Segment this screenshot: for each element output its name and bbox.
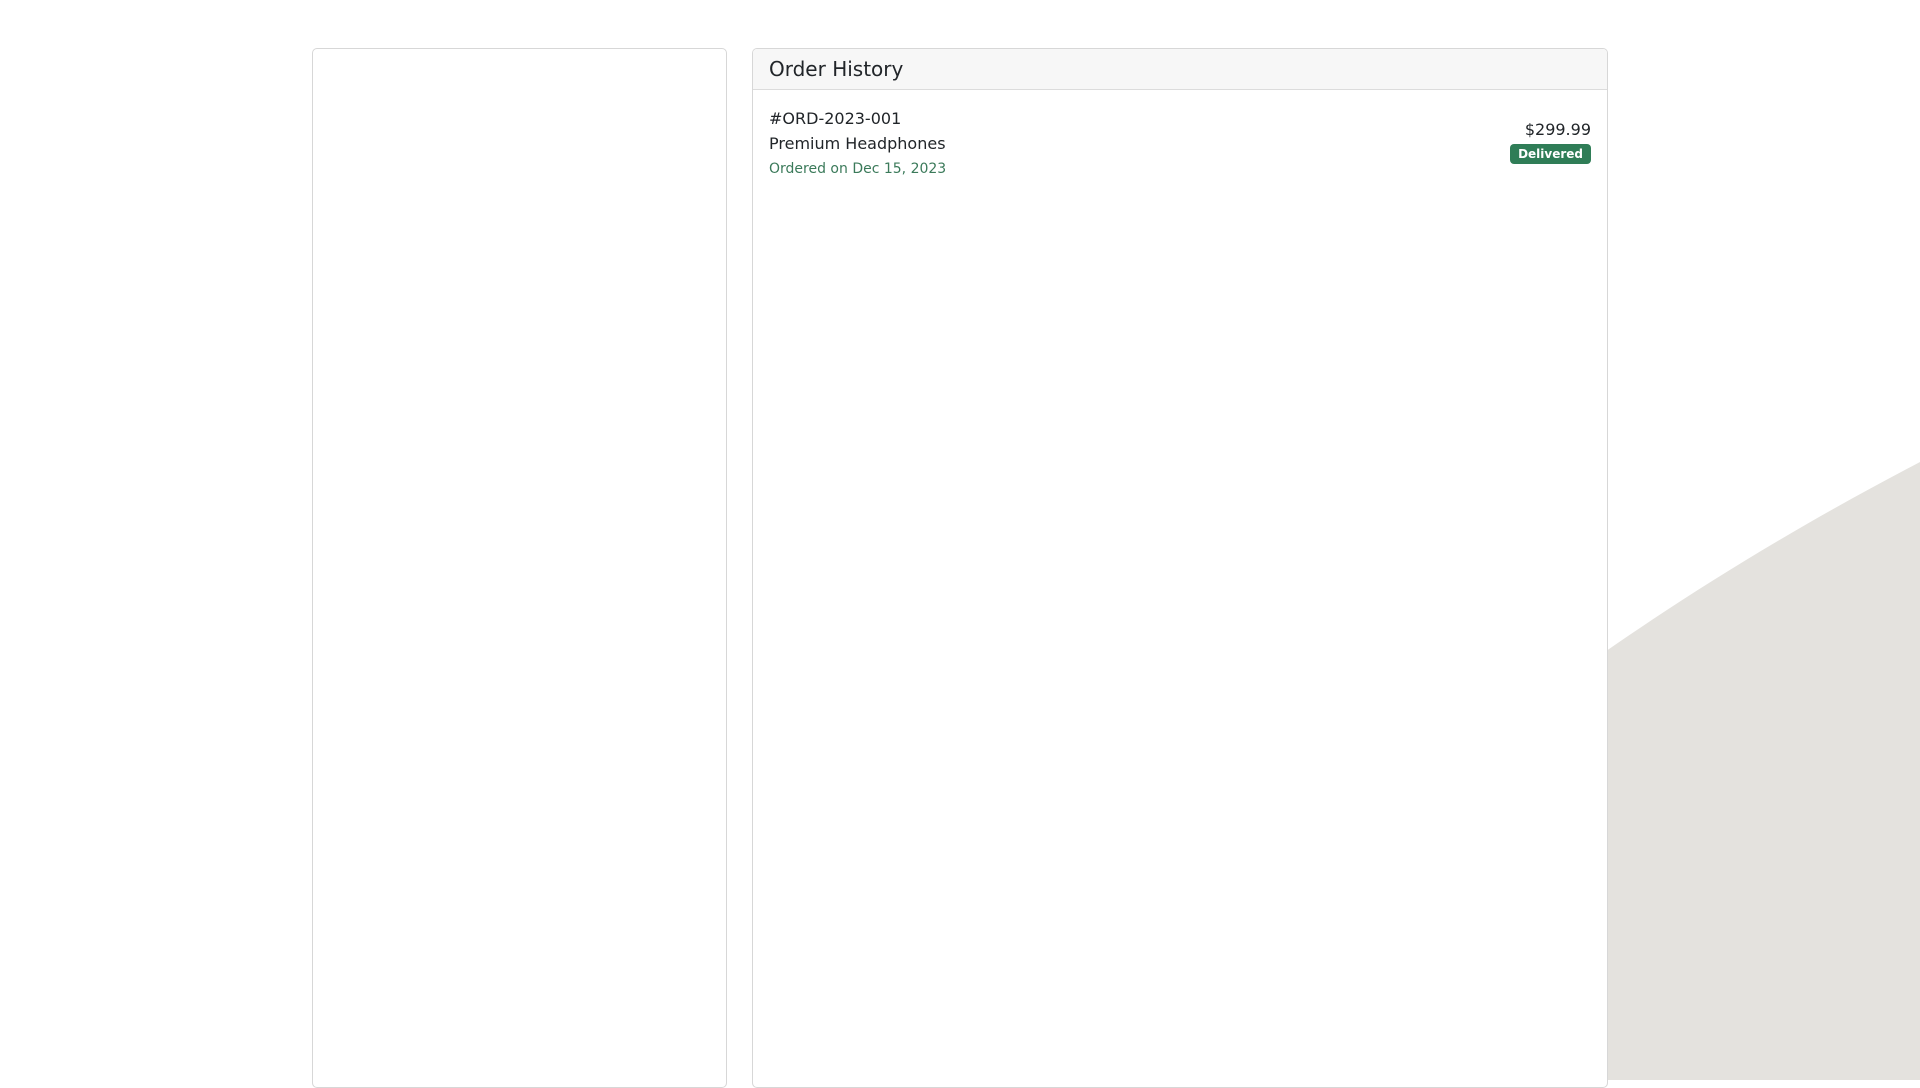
order-product-name: Premium Headphones [769, 134, 946, 153]
order-date: Ordered on Dec 15, 2023 [769, 161, 947, 177]
card-header: Order History [753, 49, 1607, 90]
left-panel [312, 48, 727, 1088]
status-badge: Delivered [1510, 144, 1591, 164]
order-id: #ORD-2023-001 [769, 109, 902, 128]
order-history-title: Order History [769, 57, 904, 81]
order-price: $299.99 [1524, 120, 1591, 139]
order-item[interactable]: #ORD-2023-001 Premium Headphones Ordered… [753, 90, 1607, 179]
order-summary: $299.99 Delivered [1510, 120, 1591, 164]
order-history-card: Order History #ORD-2023-001 Premium Head… [752, 48, 1608, 1088]
